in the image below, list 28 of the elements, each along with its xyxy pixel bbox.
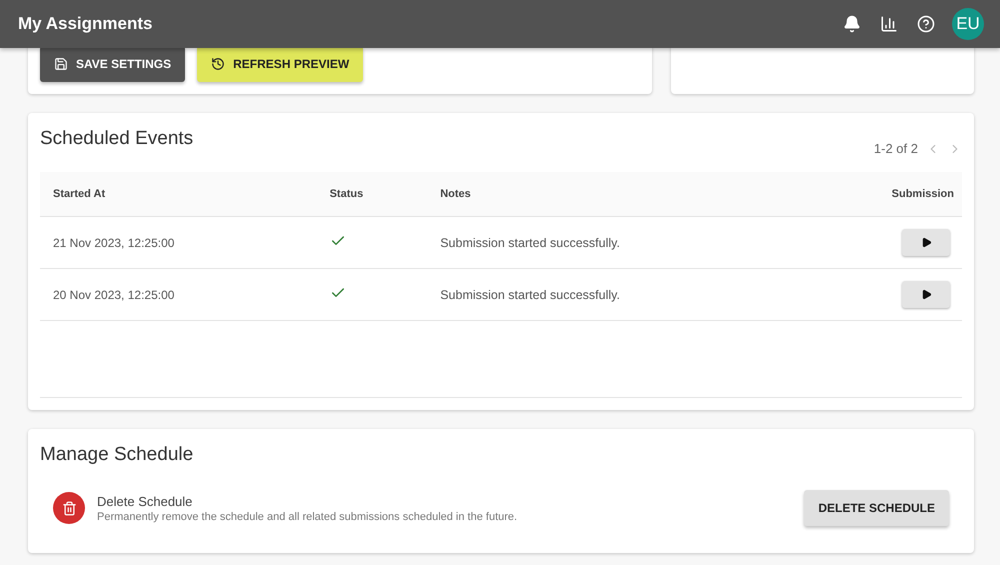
date-cell: 21 Nov 2023, 12:25:00 (40, 216, 317, 268)
app-title: My Assignments (18, 14, 154, 34)
bar-chart-icon[interactable] (880, 15, 898, 33)
action-title: Delete Schedule (97, 494, 194, 508)
action-description: Permanently remove the schedule and all related submissions scheduled in the future. (97, 510, 518, 522)
save-icon (54, 57, 68, 71)
date-cell: 20 Nov 2023, 12:25:00 (40, 268, 317, 320)
play-button[interactable] (902, 281, 950, 308)
play-button[interactable] (902, 229, 950, 256)
notifications-icon[interactable] (843, 15, 861, 33)
notes-text: Submission started successfully. (440, 236, 620, 250)
column-header: Notes (427, 172, 824, 216)
play-icon (920, 237, 932, 248)
user-avatar[interactable]: EU (952, 8, 984, 40)
column-header: Status (316, 172, 428, 216)
section-title: Scheduled Events (40, 127, 194, 150)
delete-icon (53, 492, 85, 524)
pagination-label: 1-2 of 2 (874, 141, 918, 156)
refresh-preview-button[interactable]: REFRESH PREVIEW (197, 48, 364, 82)
help-icon[interactable] (917, 15, 935, 33)
save-settings-button[interactable]: SAVE SETTINGS (40, 48, 186, 82)
column-header: Submission (824, 172, 962, 216)
section-title: Manage Schedule (40, 443, 194, 466)
delete-schedule-button[interactable]: DELETE SCHEDULE (804, 490, 949, 526)
column-header: Started At (40, 172, 317, 216)
notes-text: Submission started successfully. (440, 288, 620, 302)
history-icon (211, 57, 226, 71)
play-icon (920, 289, 932, 300)
